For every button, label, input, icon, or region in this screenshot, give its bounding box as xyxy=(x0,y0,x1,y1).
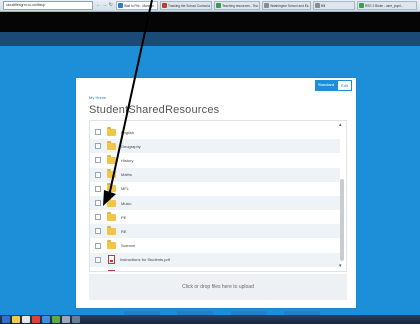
folder-icon xyxy=(107,225,116,235)
tab-label: Washington School and Es... xyxy=(270,3,309,8)
folder-icon xyxy=(107,211,116,221)
tab-label: Wall to File - Manage... xyxy=(123,3,156,8)
start-button-icon[interactable] xyxy=(2,316,10,323)
file-name[interactable]: Instructions for Students.pdf xyxy=(120,257,170,262)
tab-label: RSS 2 Bloke - user_pupil... xyxy=(365,3,404,8)
file-name[interactable]: Geography xyxy=(121,144,141,149)
file-row[interactable]: History xyxy=(90,153,340,167)
file-row[interactable]: Science xyxy=(90,239,340,253)
breadcrumb[interactable]: My Home xyxy=(89,95,106,100)
folder-icon xyxy=(107,240,116,250)
browser-tab[interactable]: RSS 2 Bloke - user_pupil... xyxy=(357,1,417,10)
tab-favicon-icon xyxy=(117,3,123,8)
file-row[interactable]: Geography xyxy=(90,139,340,154)
file-name[interactable]: Maths xyxy=(121,172,132,177)
browser-tab[interactable]: Teaching resources - Tea... xyxy=(214,1,261,10)
file-row[interactable]: Music xyxy=(90,196,340,210)
upload-dropzone[interactable]: Click or drop files here to upload xyxy=(89,274,347,300)
file-row[interactable]: Instructions for Teachers.pdf xyxy=(90,267,340,273)
row-checkbox[interactable] xyxy=(95,143,101,150)
taskbar-app-icon[interactable] xyxy=(62,316,70,323)
row-checkbox[interactable] xyxy=(95,256,101,263)
nav-buttons[interactable]: ← → ↻ xyxy=(96,1,113,10)
row-checkbox[interactable] xyxy=(95,157,101,164)
dropzone-label: Click or drop files here to upload xyxy=(182,284,254,290)
file-row[interactable]: PE xyxy=(90,210,340,224)
file-manager-panel: Standard Edit My Home StudentSharedResou… xyxy=(76,78,356,308)
row-checkbox[interactable] xyxy=(95,185,101,192)
taskbar-app-icon[interactable] xyxy=(52,316,60,323)
file-name[interactable]: PE xyxy=(121,215,126,220)
row-checkbox[interactable] xyxy=(95,200,101,206)
folder-icon xyxy=(107,169,116,179)
file-row[interactable]: Instructions for Students.pdf xyxy=(90,252,340,267)
scroll-up-icon[interactable]: ▴ xyxy=(339,123,342,128)
tab-favicon-icon xyxy=(264,3,270,8)
tab-label: Bill xyxy=(321,3,326,8)
tab-favicon-icon xyxy=(359,3,364,8)
file-row[interactable]: Maths xyxy=(90,167,340,182)
os-taskbar xyxy=(0,315,420,324)
file-name[interactable]: English xyxy=(121,130,134,135)
folder-icon xyxy=(107,126,116,136)
address-bar[interactable]: cloudfilesgrm.co.uk/fileup xyxy=(3,1,93,10)
folder-icon xyxy=(107,154,116,164)
file-row[interactable]: English xyxy=(90,125,340,139)
tab-favicon-icon xyxy=(315,3,320,8)
browser-tab[interactable]: Wall to File - Manage... xyxy=(115,1,158,10)
page-title: StudentSharedResources xyxy=(89,104,220,116)
site-header xyxy=(0,12,420,32)
file-name[interactable]: MFL xyxy=(121,186,129,191)
row-checkbox[interactable] xyxy=(95,214,101,221)
tab-favicon-icon xyxy=(216,3,222,8)
browser-tabs: Wall to File - Manage... Tracking the Sch… xyxy=(115,1,417,10)
tab-favicon-icon xyxy=(161,3,167,8)
file-name[interactable]: Science xyxy=(121,243,135,248)
row-checkbox[interactable] xyxy=(95,271,101,272)
folder-icon xyxy=(107,183,116,193)
scroll-thumb[interactable] xyxy=(340,179,344,261)
site-nav-strip xyxy=(0,32,420,46)
toggle-standard[interactable]: Standard xyxy=(314,80,338,91)
file-name[interactable]: RE xyxy=(121,229,127,234)
taskbar-app-icon[interactable] xyxy=(22,316,30,323)
row-checkbox[interactable] xyxy=(95,171,101,178)
row-checkbox[interactable] xyxy=(95,129,101,135)
folder-icon xyxy=(107,140,116,150)
file-row[interactable]: RE xyxy=(90,224,340,239)
row-checkbox[interactable] xyxy=(95,242,101,249)
scroll-down-icon[interactable]: ▾ xyxy=(339,264,342,269)
file-list: English Geography History Maths MFL Music PE RE… xyxy=(89,120,347,272)
pdf-file-icon xyxy=(108,255,115,265)
browser-toolbar: cloudfilesgrm.co.uk/fileup ← → ↻ Wall to… xyxy=(0,0,420,12)
taskbar-app-icon[interactable] xyxy=(42,316,50,323)
browser-tab[interactable]: Bill xyxy=(313,1,355,10)
pdf-file-icon xyxy=(108,269,115,271)
explorer-taskbar-icon[interactable] xyxy=(12,316,20,323)
folder-icon xyxy=(107,197,116,207)
list-scrollbar[interactable]: ▴ ▾ xyxy=(339,123,345,269)
file-row[interactable]: MFL xyxy=(90,182,340,196)
browser-tab[interactable]: Washington School and Es... xyxy=(262,1,311,10)
file-name[interactable]: Music xyxy=(121,201,131,206)
toggle-edit[interactable]: Edit xyxy=(337,80,352,91)
file-name[interactable]: Instructions for Teachers.pdf xyxy=(120,272,170,273)
tab-label: Teaching resources - Tea... xyxy=(222,3,259,8)
file-name[interactable]: History xyxy=(121,158,133,163)
taskbar-app-icon[interactable] xyxy=(32,316,40,323)
browser-tab[interactable]: Tracking the School Curriculum xyxy=(159,1,213,10)
taskbar-app-icon[interactable] xyxy=(72,316,80,323)
view-toggle: Standard Edit xyxy=(314,80,352,91)
tab-label: Tracking the School Curriculum xyxy=(167,3,211,8)
row-checkbox[interactable] xyxy=(95,228,101,235)
